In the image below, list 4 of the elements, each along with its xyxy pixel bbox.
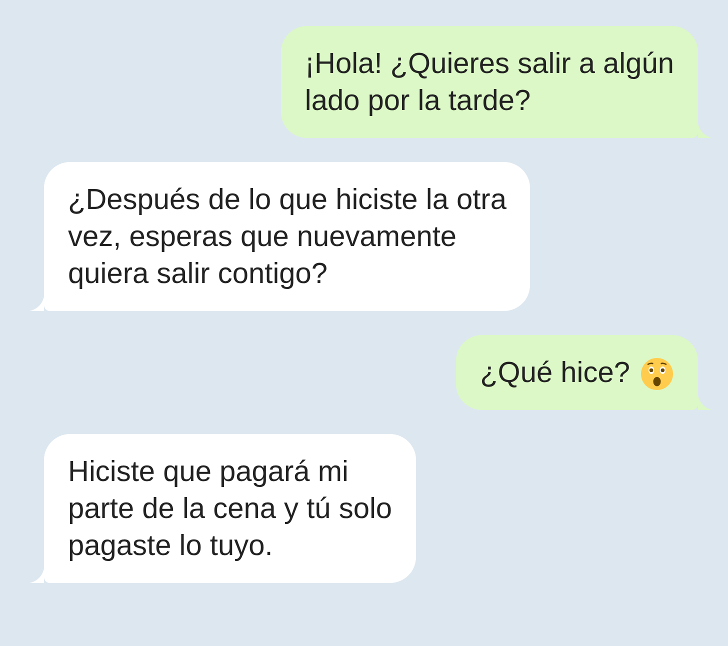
message-text: Hiciste que pagará mi parte de la cena y tú solo pagaste lo tuyo. [68, 455, 392, 564]
message-text: ¿Después de lo que hiciste la otra vez, esperas que nuevamente quiera salir contigo? [68, 183, 506, 292]
message-text: ¿Qué hice? [480, 356, 630, 391]
message-text: ¡Hola! ¿Quieres salir a algún lado por la tarde? [304, 47, 674, 119]
